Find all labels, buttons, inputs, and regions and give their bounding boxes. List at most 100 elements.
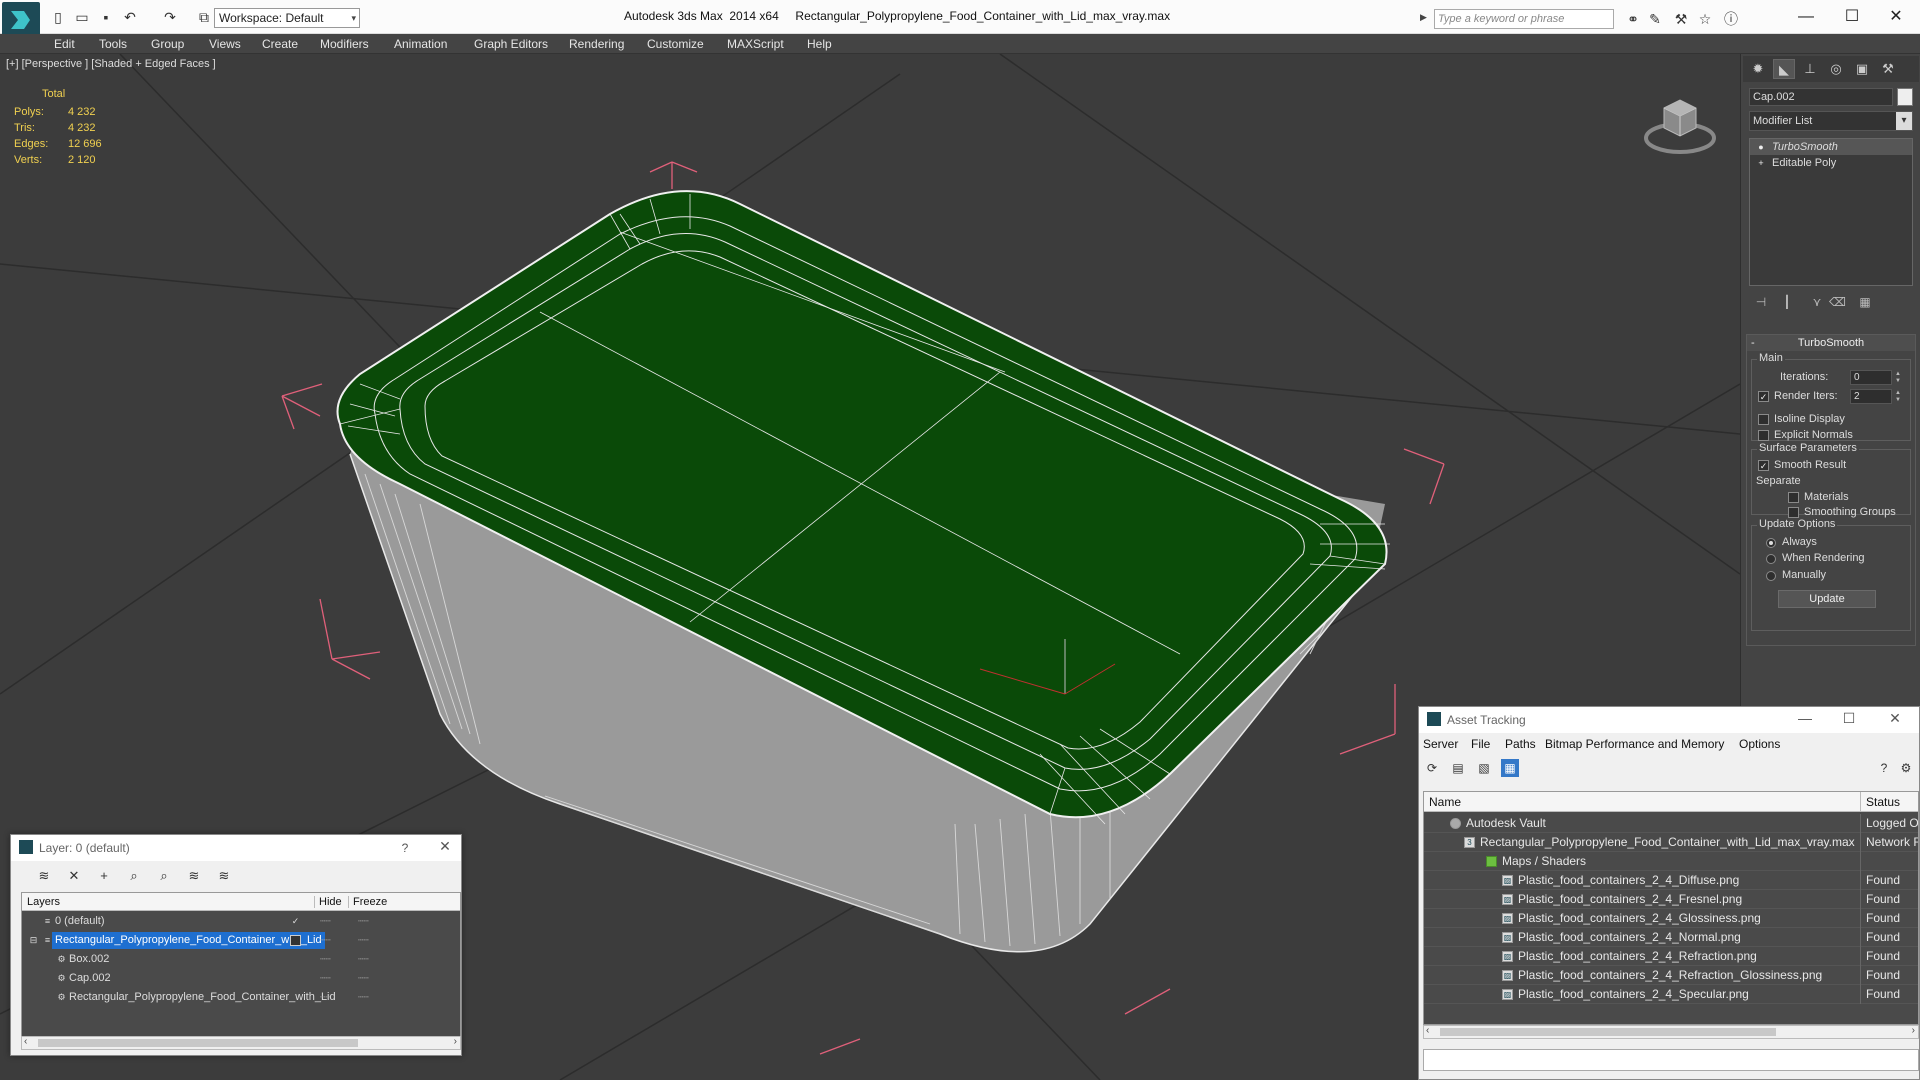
- freeze-toggle[interactable]: ┄┄: [358, 988, 369, 1007]
- scroll-left-icon[interactable]: ‹: [24, 1036, 27, 1047]
- select-layer-icon[interactable]: ⌕: [155, 867, 173, 885]
- hide-toggle[interactable]: ┄┄: [320, 950, 331, 969]
- col-status[interactable]: Status: [1866, 795, 1900, 809]
- save-file-icon[interactable]: ▪: [98, 9, 114, 25]
- asset-menu-options[interactable]: Options: [1739, 737, 1780, 751]
- favorites-star-icon[interactable]: ☆: [1696, 10, 1714, 28]
- menu-edit[interactable]: Edit: [54, 37, 75, 51]
- motion-tab-icon[interactable]: ◎: [1825, 59, 1847, 79]
- close-icon[interactable]: ✕: [435, 838, 455, 855]
- close-button[interactable]: ✕: [1876, 4, 1916, 30]
- when-rendering-radio[interactable]: [1766, 554, 1776, 564]
- stack-item-turbosmooth[interactable]: ● TurboSmooth: [1750, 139, 1912, 155]
- render-iters-checkbox[interactable]: ✓: [1758, 391, 1769, 402]
- smooth-result-checkbox[interactable]: ✓: [1758, 460, 1769, 471]
- show-end-result-icon[interactable]: ┃: [1779, 294, 1795, 310]
- hide-toggle[interactable]: ┄┄: [320, 969, 331, 988]
- asset-row[interactable]: ▨ Plastic_food_containers_2_4_Glossiness…: [1424, 909, 1918, 928]
- layer-dialog-titlebar[interactable]: Layer: 0 (default) ? ✕: [11, 835, 461, 861]
- set-current-checkbox[interactable]: [290, 935, 301, 946]
- maximize-button[interactable]: ☐: [1832, 4, 1872, 30]
- expand-plus-icon[interactable]: +: [1756, 158, 1766, 168]
- collapse-icon[interactable]: ⊟: [28, 935, 39, 946]
- asset-row[interactable]: ▨ Plastic_food_containers_2_4_Refraction…: [1424, 966, 1918, 985]
- new-file-icon[interactable]: ▯: [50, 9, 66, 25]
- minimize-button[interactable]: —: [1786, 4, 1826, 30]
- isoline-display-checkbox[interactable]: [1758, 414, 1769, 425]
- table-view-icon[interactable]: ▦: [1501, 759, 1519, 777]
- freeze-toggle[interactable]: ┄┄: [358, 950, 369, 969]
- object-color-swatch[interactable]: [1897, 88, 1913, 106]
- viewport-label[interactable]: [+] [Perspective ] [Shaded + Edged Faces…: [6, 58, 216, 70]
- help-icon[interactable]: ⓘ: [1722, 10, 1740, 28]
- layer-row[interactable]: ≡ 0 (default) ✓ ┄┄ ┄┄: [22, 912, 460, 931]
- help-icon[interactable]: ?: [1875, 759, 1893, 777]
- always-radio[interactable]: [1766, 538, 1776, 548]
- workspace-dropdown[interactable]: Workspace: Default ▾: [214, 8, 360, 28]
- menu-help[interactable]: Help: [807, 37, 832, 51]
- configure-modifier-sets-icon[interactable]: ▦: [1857, 294, 1873, 310]
- menu-customize[interactable]: Customize: [647, 37, 704, 51]
- asset-row[interactable]: Autodesk Vault Logged O: [1424, 814, 1918, 833]
- make-unique-icon[interactable]: ⋎: [1809, 294, 1825, 310]
- hide-toggle[interactable]: ┄┄: [320, 931, 331, 950]
- menu-tools[interactable]: Tools: [99, 37, 127, 51]
- communication-center-icon[interactable]: ✎: [1646, 10, 1664, 28]
- add-to-layer-icon[interactable]: +: [95, 867, 113, 885]
- menu-group[interactable]: Group: [151, 37, 184, 51]
- hierarchy-tab-icon[interactable]: ⊥: [1799, 59, 1821, 79]
- asset-row[interactable]: ▨ Plastic_food_containers_2_4_Normal.png…: [1424, 928, 1918, 947]
- search-input[interactable]: Type a keyword or phrase: [1434, 9, 1614, 29]
- modify-tab-icon[interactable]: ◣: [1773, 59, 1795, 79]
- refresh-icon[interactable]: ⟳: [1423, 759, 1441, 777]
- app-menu-button[interactable]: [2, 2, 40, 38]
- freeze-toggle[interactable]: ┄┄: [358, 931, 369, 950]
- create-layer-icon[interactable]: ≋: [35, 867, 53, 885]
- undo-icon[interactable]: ↶: [122, 9, 138, 25]
- scrollbar-thumb[interactable]: [38, 1039, 358, 1047]
- select-objects-icon[interactable]: ⌕: [125, 867, 143, 885]
- current-layer-check-icon[interactable]: ✓: [290, 916, 301, 927]
- asset-row[interactable]: 3 Rectangular_Polypropylene_Food_Contain…: [1424, 833, 1918, 852]
- materials-checkbox[interactable]: [1788, 492, 1799, 503]
- asset-path-field[interactable]: [1423, 1049, 1919, 1071]
- asset-row[interactable]: ▨ Plastic_food_containers_2_4_Refraction…: [1424, 947, 1918, 966]
- help-button[interactable]: ?: [395, 841, 415, 855]
- iterations-spinner[interactable]: 0 ▲ ▼: [1850, 370, 1901, 385]
- layer-row[interactable]: ⊟ ≡ Rectangular_Polypropylene_Food_Conta…: [22, 931, 460, 950]
- binoculars-icon[interactable]: ⚭: [1624, 10, 1642, 28]
- open-file-icon[interactable]: ▭: [74, 9, 90, 25]
- set-current-layer-icon[interactable]: ≋: [185, 867, 203, 885]
- viewcube-icon[interactable]: [1640, 84, 1720, 164]
- col-name[interactable]: Name: [1429, 795, 1461, 809]
- asset-menu-file[interactable]: File: [1471, 737, 1490, 751]
- remove-modifier-icon[interactable]: ⌫: [1829, 294, 1846, 310]
- rollout-header[interactable]: - TurboSmooth: [1747, 335, 1915, 351]
- asset-row[interactable]: ▨ Plastic_food_containers_2_4_Fresnel.pn…: [1424, 890, 1918, 909]
- utilities-tab-icon[interactable]: ⚒: [1877, 59, 1899, 79]
- col-layers[interactable]: Layers: [27, 896, 60, 908]
- asset-menu-paths[interactable]: Paths: [1505, 737, 1536, 751]
- menu-graph-editors[interactable]: Graph Editors: [474, 37, 548, 51]
- layer-row[interactable]: ⚙ Cap.002 ┄┄ ┄┄: [22, 969, 460, 988]
- scroll-right-icon[interactable]: ›: [1912, 1025, 1915, 1036]
- settings-icon[interactable]: ⚙: [1897, 759, 1915, 777]
- menu-maxscript[interactable]: MAXScript: [727, 37, 784, 51]
- menu-modifiers[interactable]: Modifiers: [320, 37, 369, 51]
- modifier-list-dropdown[interactable]: Modifier List ▾: [1749, 111, 1913, 131]
- col-freeze[interactable]: Freeze: [348, 896, 387, 908]
- object-name-field[interactable]: Cap.002: [1749, 88, 1893, 106]
- create-tab-icon[interactable]: ✹: [1747, 59, 1769, 79]
- menu-create[interactable]: Create: [262, 37, 298, 51]
- scroll-left-icon[interactable]: ‹: [1426, 1025, 1429, 1036]
- layer-row[interactable]: ⚙ Rectangular_Polypropylene_Food_Contain…: [22, 988, 460, 1007]
- col-hide[interactable]: Hide: [314, 896, 342, 908]
- menu-animation[interactable]: Animation: [394, 37, 447, 51]
- asset-row[interactable]: ▨ Plastic_food_containers_2_4_Specular.p…: [1424, 985, 1918, 1004]
- thumbnail-view-icon[interactable]: ▧: [1475, 759, 1493, 777]
- asset-menu-server[interactable]: Server: [1423, 737, 1458, 751]
- manually-radio[interactable]: [1766, 571, 1776, 581]
- chevron-right-icon[interactable]: ▶: [1420, 12, 1427, 23]
- lightbulb-icon[interactable]: ●: [1756, 142, 1766, 152]
- pin-stack-icon[interactable]: ⊣: [1753, 294, 1769, 310]
